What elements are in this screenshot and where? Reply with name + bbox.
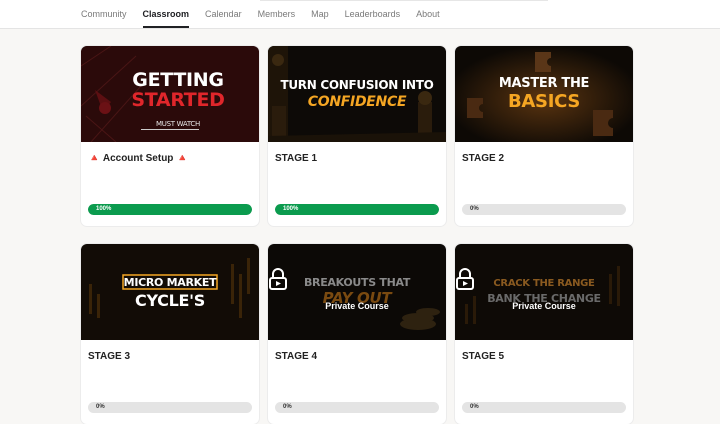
thumbnail-title-line1: CRACK THE RANGE xyxy=(493,278,595,289)
underline xyxy=(141,129,199,130)
course-card-stage-4[interactable]: BREAKOUTS THAT PAY OUT Private Course ST… xyxy=(268,244,446,424)
course-thumbnail: GETTING STARTED MUST WATCH xyxy=(81,46,259,142)
progress-bar: 0% xyxy=(462,402,626,413)
tab-about[interactable]: About xyxy=(416,0,440,28)
thumbnail-title-line2: BASICS xyxy=(507,91,581,112)
progress-fill xyxy=(275,204,439,215)
thumbnail-title-line1: MICRO MARKET xyxy=(123,276,217,289)
progress-label: 0% xyxy=(470,404,479,410)
progress-fill xyxy=(88,204,252,215)
private-course-label: Private Course xyxy=(512,301,576,311)
course-card-account-setup[interactable]: GETTING STARTED MUST WATCH 🔺 Account Set… xyxy=(81,46,259,226)
progress-bar: 0% xyxy=(88,402,252,413)
course-card-stage-5[interactable]: CRACK THE RANGE BANK THE CHANGE Private … xyxy=(455,244,633,424)
course-card-stage-3[interactable]: MICRO MARKET CYCLE'S STAGE 3 0% xyxy=(81,244,259,424)
course-title: STAGE 1 xyxy=(275,153,318,164)
course-card-stage-1[interactable]: TURN CONFUSION INTO CONFIDENCE STAGE 1 1… xyxy=(268,46,446,226)
progress-label: 0% xyxy=(96,404,105,410)
course-thumbnail: MICRO MARKET CYCLE'S xyxy=(81,244,259,340)
progress-label: 0% xyxy=(470,206,479,212)
tab-classroom[interactable]: Classroom xyxy=(142,0,189,28)
course-title: 🔺 Account Setup 🔺 xyxy=(88,153,189,164)
thumbnail-subtitle: MUST WATCH xyxy=(156,120,200,128)
thumbnail-title-line1: TURN CONFUSION INTO xyxy=(280,78,434,92)
course-thumbnail: TURN CONFUSION INTO CONFIDENCE xyxy=(268,46,446,142)
course-title: STAGE 5 xyxy=(462,351,505,362)
tab-leaderboards[interactable]: Leaderboards xyxy=(345,0,401,28)
progress-bar: 0% xyxy=(462,204,626,215)
tab-map[interactable]: Map xyxy=(311,0,329,28)
thumbnail-title-line2: CYCLE'S xyxy=(135,291,205,310)
thumbnail-title-line2: STARTED xyxy=(131,89,225,111)
course-thumbnail: BREAKOUTS THAT PAY OUT Private Course xyxy=(268,244,446,340)
progress-bar: 0% xyxy=(275,402,439,413)
thumbnail-title-line2: CONFIDENCE xyxy=(307,94,407,110)
progress-label: 100% xyxy=(283,206,299,212)
progress-label: 100% xyxy=(96,206,112,212)
progress-label: 0% xyxy=(283,404,292,410)
course-title: STAGE 3 xyxy=(88,351,131,362)
course-card-stage-2[interactable]: MASTER THE BASICS STAGE 2 0% xyxy=(455,46,633,226)
course-thumbnail: MASTER THE BASICS xyxy=(455,46,633,142)
private-course-label: Private Course xyxy=(325,301,389,311)
tab-list: Community Classroom Calendar Members Map… xyxy=(81,0,456,28)
course-title: STAGE 2 xyxy=(462,153,505,164)
course-title: STAGE 4 xyxy=(275,351,318,362)
progress-bar: 100% xyxy=(88,204,252,215)
tab-community[interactable]: Community xyxy=(81,0,127,28)
thumbnail-title-line1: GETTING xyxy=(132,69,224,91)
tab-members[interactable]: Members xyxy=(258,0,296,28)
course-thumbnail: CRACK THE RANGE BANK THE CHANGE Private … xyxy=(455,244,633,340)
progress-bar: 100% xyxy=(275,204,439,215)
thumbnail-title-line1: BREAKOUTS THAT xyxy=(303,276,411,289)
top-navigation-bar: Community Classroom Calendar Members Map… xyxy=(0,0,720,29)
thumbnail-title-line1: MASTER THE xyxy=(498,76,590,91)
tab-calendar[interactable]: Calendar xyxy=(205,0,242,28)
